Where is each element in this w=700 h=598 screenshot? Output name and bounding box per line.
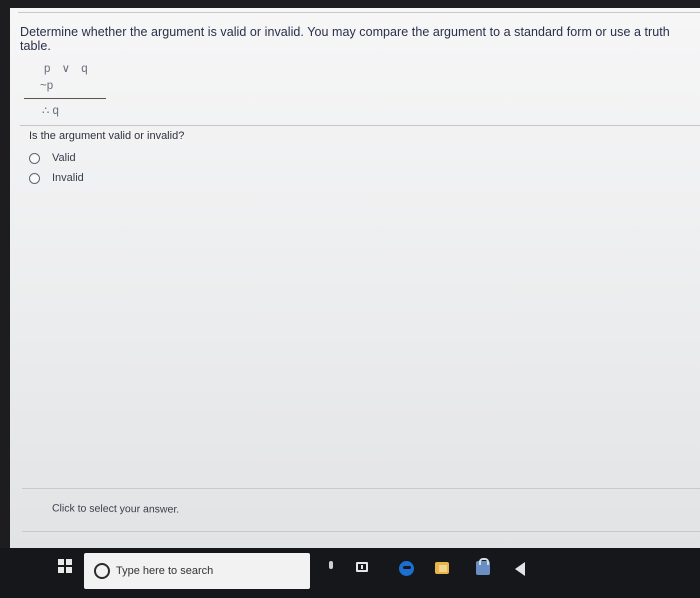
store-icon[interactable]: [476, 558, 490, 575]
option-valid-label[interactable]: Valid: [52, 152, 76, 164]
windows-start-icon[interactable]: [58, 559, 72, 573]
answer-prompt: Is the argument valid or invalid?: [29, 130, 185, 142]
microphone-icon[interactable]: [329, 561, 333, 569]
radio-valid[interactable]: [29, 152, 40, 164]
answer-hint: Click to select your answer.: [51, 502, 180, 516]
task-view-icon[interactable]: [356, 562, 368, 572]
question-panel: Determine whether the argument is valid …: [10, 8, 700, 548]
edge-browser-icon[interactable]: [399, 561, 414, 576]
argument-rule-line: [24, 98, 106, 99]
premise-2: ~p: [40, 80, 54, 92]
section-divider: [20, 125, 700, 126]
conclusion: ∴ q: [42, 105, 59, 117]
file-explorer-icon[interactable]: [435, 562, 449, 574]
question-text: Determine whether the argument is valid …: [20, 25, 670, 53]
top-border: [18, 12, 700, 13]
option-invalid[interactable]: Invalid: [29, 172, 84, 184]
taskbar-search-box[interactable]: Type here to search: [84, 553, 310, 589]
app-icon[interactable]: [515, 562, 525, 576]
answer-status-bar: Click to select your answer.: [22, 488, 700, 532]
option-invalid-label[interactable]: Invalid: [52, 172, 84, 184]
argument-block: p ∨ q ~p ∴ q: [24, 56, 114, 117]
taskbar: Type here to search: [0, 548, 700, 598]
option-valid[interactable]: Valid: [29, 152, 76, 164]
search-placeholder[interactable]: Type here to search: [116, 565, 213, 577]
radio-invalid[interactable]: [29, 172, 40, 184]
cortana-icon[interactable]: [94, 563, 110, 579]
premise-1: p ∨ q: [44, 63, 92, 75]
